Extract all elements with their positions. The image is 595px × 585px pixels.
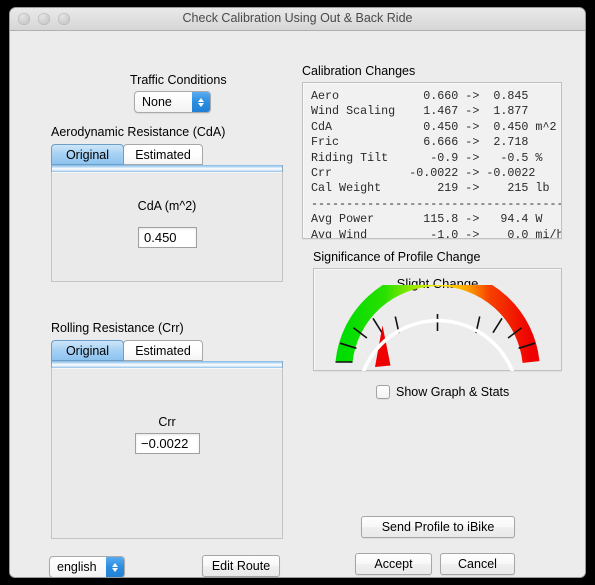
calibration-changes-label: Calibration Changes bbox=[302, 64, 416, 78]
calibration-changes-box: Aero 0.660 -> 0.845 Wind Scaling 1.467 -… bbox=[302, 82, 562, 239]
cda-tabview: Original Estimated bbox=[51, 144, 283, 282]
chevron-updown-icon bbox=[106, 557, 124, 577]
crr-input[interactable]: −0.0022 bbox=[135, 433, 200, 454]
title-bar[interactable]: Check Calibration Using Out & Back Ride bbox=[10, 8, 585, 31]
window-title: Check Calibration Using Out & Back Ride bbox=[182, 11, 413, 25]
tab-crr-original[interactable]: Original bbox=[51, 340, 124, 361]
dialog-content: Traffic Conditions None Aerodynamic Resi… bbox=[10, 31, 585, 577]
calibration-changes-text: Aero 0.660 -> 0.845 Wind Scaling 1.467 -… bbox=[311, 89, 562, 239]
crr-tab-separator bbox=[51, 361, 283, 368]
cda-tab-separator bbox=[51, 165, 283, 172]
cda-field-label: CdA (m^2) bbox=[137, 199, 197, 213]
checkbox-box-icon[interactable] bbox=[376, 385, 390, 399]
crr-section-label: Rolling Resistance (Crr) bbox=[51, 321, 184, 335]
units-value: english bbox=[57, 560, 97, 574]
tab-cda-original[interactable]: Original bbox=[51, 144, 124, 165]
tab-crr-estimated[interactable]: Estimated bbox=[123, 340, 203, 361]
traffic-conditions-label: Traffic Conditions bbox=[130, 73, 227, 87]
accept-button[interactable]: Accept bbox=[355, 553, 432, 575]
cda-section-label: Aerodynamic Resistance (CdA) bbox=[51, 125, 226, 139]
chevron-updown-icon bbox=[192, 92, 210, 112]
send-profile-button[interactable]: Send Profile to iBike bbox=[361, 516, 515, 538]
show-graph-stats-checkbox[interactable]: Show Graph & Stats bbox=[376, 385, 509, 399]
significance-gauge-panel: Slight Change bbox=[313, 268, 562, 371]
units-select[interactable]: english bbox=[49, 556, 125, 577]
tab-cda-estimated[interactable]: Estimated bbox=[123, 144, 203, 165]
crr-tabview: Original Estimated bbox=[51, 340, 283, 539]
traffic-conditions-value: None bbox=[142, 95, 172, 109]
significance-gauge bbox=[335, 285, 540, 371]
edit-route-button[interactable]: Edit Route bbox=[202, 555, 280, 577]
significance-label: Significance of Profile Change bbox=[313, 250, 481, 264]
crr-field-label: Crr bbox=[158, 415, 176, 429]
dialog-window: Check Calibration Using Out & Back Ride … bbox=[10, 8, 585, 577]
cda-input[interactable]: 0.450 bbox=[138, 227, 197, 248]
cancel-button[interactable]: Cancel bbox=[440, 553, 515, 575]
traffic-conditions-select[interactable]: None bbox=[134, 91, 211, 113]
show-graph-stats-label: Show Graph & Stats bbox=[396, 385, 510, 399]
